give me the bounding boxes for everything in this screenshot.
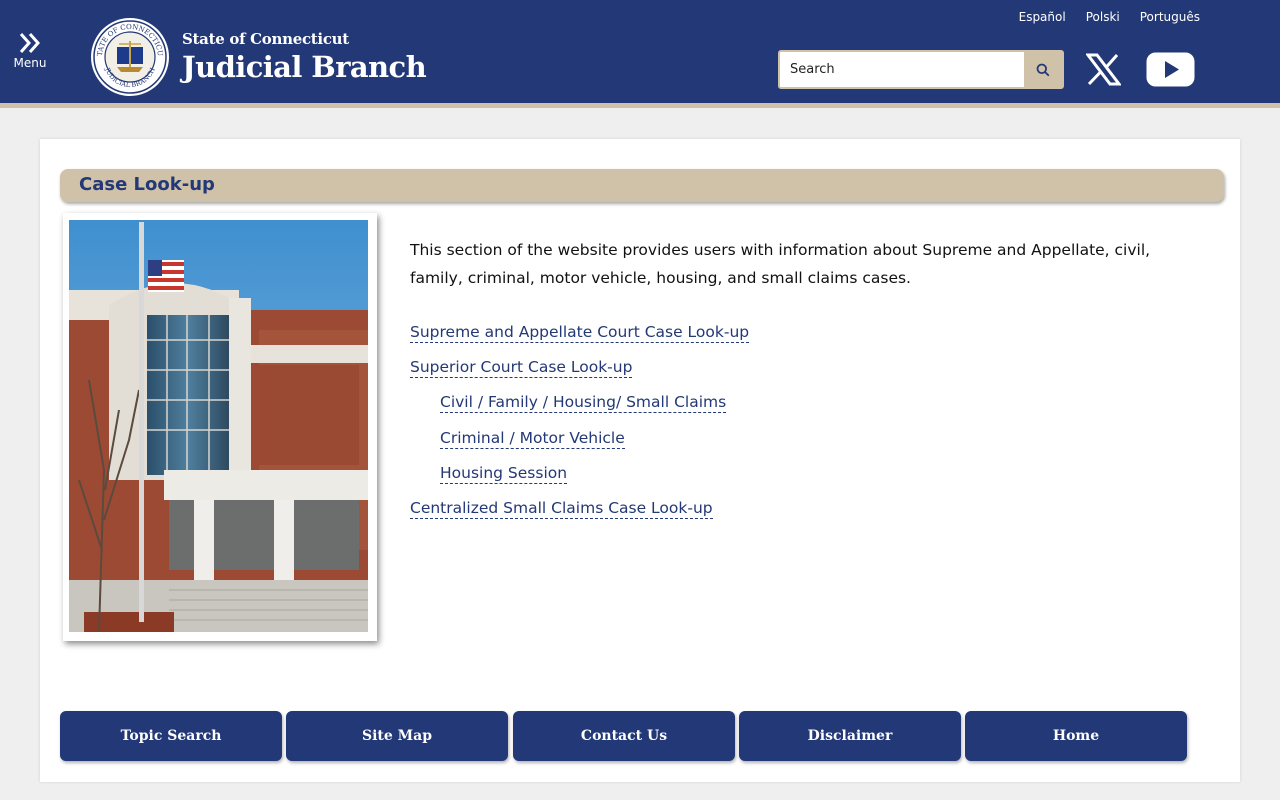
language-links: Español Polski Português (1019, 10, 1200, 24)
page-title: Case Look-up (79, 174, 215, 195)
menu-label: Menu (13, 56, 47, 70)
x-social-link[interactable] (1084, 52, 1123, 87)
search-input[interactable] (780, 52, 1024, 87)
courthouse-photo (69, 220, 368, 632)
language-link-polski[interactable]: Polski (1086, 10, 1120, 24)
header-divider (0, 103, 1280, 108)
link-housing-session[interactable]: Housing Session (440, 463, 568, 484)
main-content-panel: Case Look-up This section of the website… (40, 139, 1240, 782)
x-icon (1084, 53, 1123, 86)
youtube-social-link[interactable] (1146, 52, 1195, 87)
courthouse-photo-frame (63, 213, 377, 641)
footer-navigation: Topic Search Site Map Contact Us Disclai… (60, 711, 1190, 761)
language-link-espanol[interactable]: Español (1019, 10, 1066, 24)
menu-button[interactable]: Menu (8, 32, 52, 76)
double-chevron-right-icon (19, 33, 41, 53)
search-button[interactable] (1024, 52, 1062, 87)
intro-text: This section of the website provides use… (410, 241, 1151, 287)
link-centralized-small-claims-lookup[interactable]: Centralized Small Claims Case Look-up (410, 498, 713, 519)
footer-button-site-map[interactable]: Site Map (286, 711, 508, 761)
link-criminal-motor-vehicle[interactable]: Criminal / Motor Vehicle (440, 428, 625, 449)
judicial-seal-logo[interactable]: STATE OF CONNECTICUT JUDICIAL BRANCH (90, 17, 170, 97)
link-civil-family-housing-small-claims[interactable]: Civil / Family / Housing/ Small Claims (440, 392, 727, 413)
brand-state-name: State of Connecticut (182, 30, 349, 48)
footer-button-disclaimer[interactable]: Disclaimer (739, 711, 961, 761)
search-icon (1036, 63, 1050, 76)
link-superior-court-lookup[interactable]: Superior Court Case Look-up (410, 357, 633, 378)
footer-button-contact-us[interactable]: Contact Us (513, 711, 735, 761)
search-box (778, 50, 1064, 89)
footer-button-home[interactable]: Home (965, 711, 1187, 761)
site-brand[interactable]: State of Connecticut Judicial Branch (182, 30, 427, 84)
section-heading-bar: Case Look-up (60, 169, 1224, 202)
brand-branch-name: Judicial Branch (182, 50, 427, 84)
link-supreme-appellate-lookup[interactable]: Supreme and Appellate Court Case Look-up (410, 322, 750, 343)
footer-button-topic-search[interactable]: Topic Search (60, 711, 282, 761)
site-header: Menu STATE OF CONNECTICUT JUDICIAL BRANC… (0, 0, 1280, 103)
youtube-icon (1146, 52, 1195, 87)
language-link-portugues[interactable]: Português (1140, 10, 1200, 24)
